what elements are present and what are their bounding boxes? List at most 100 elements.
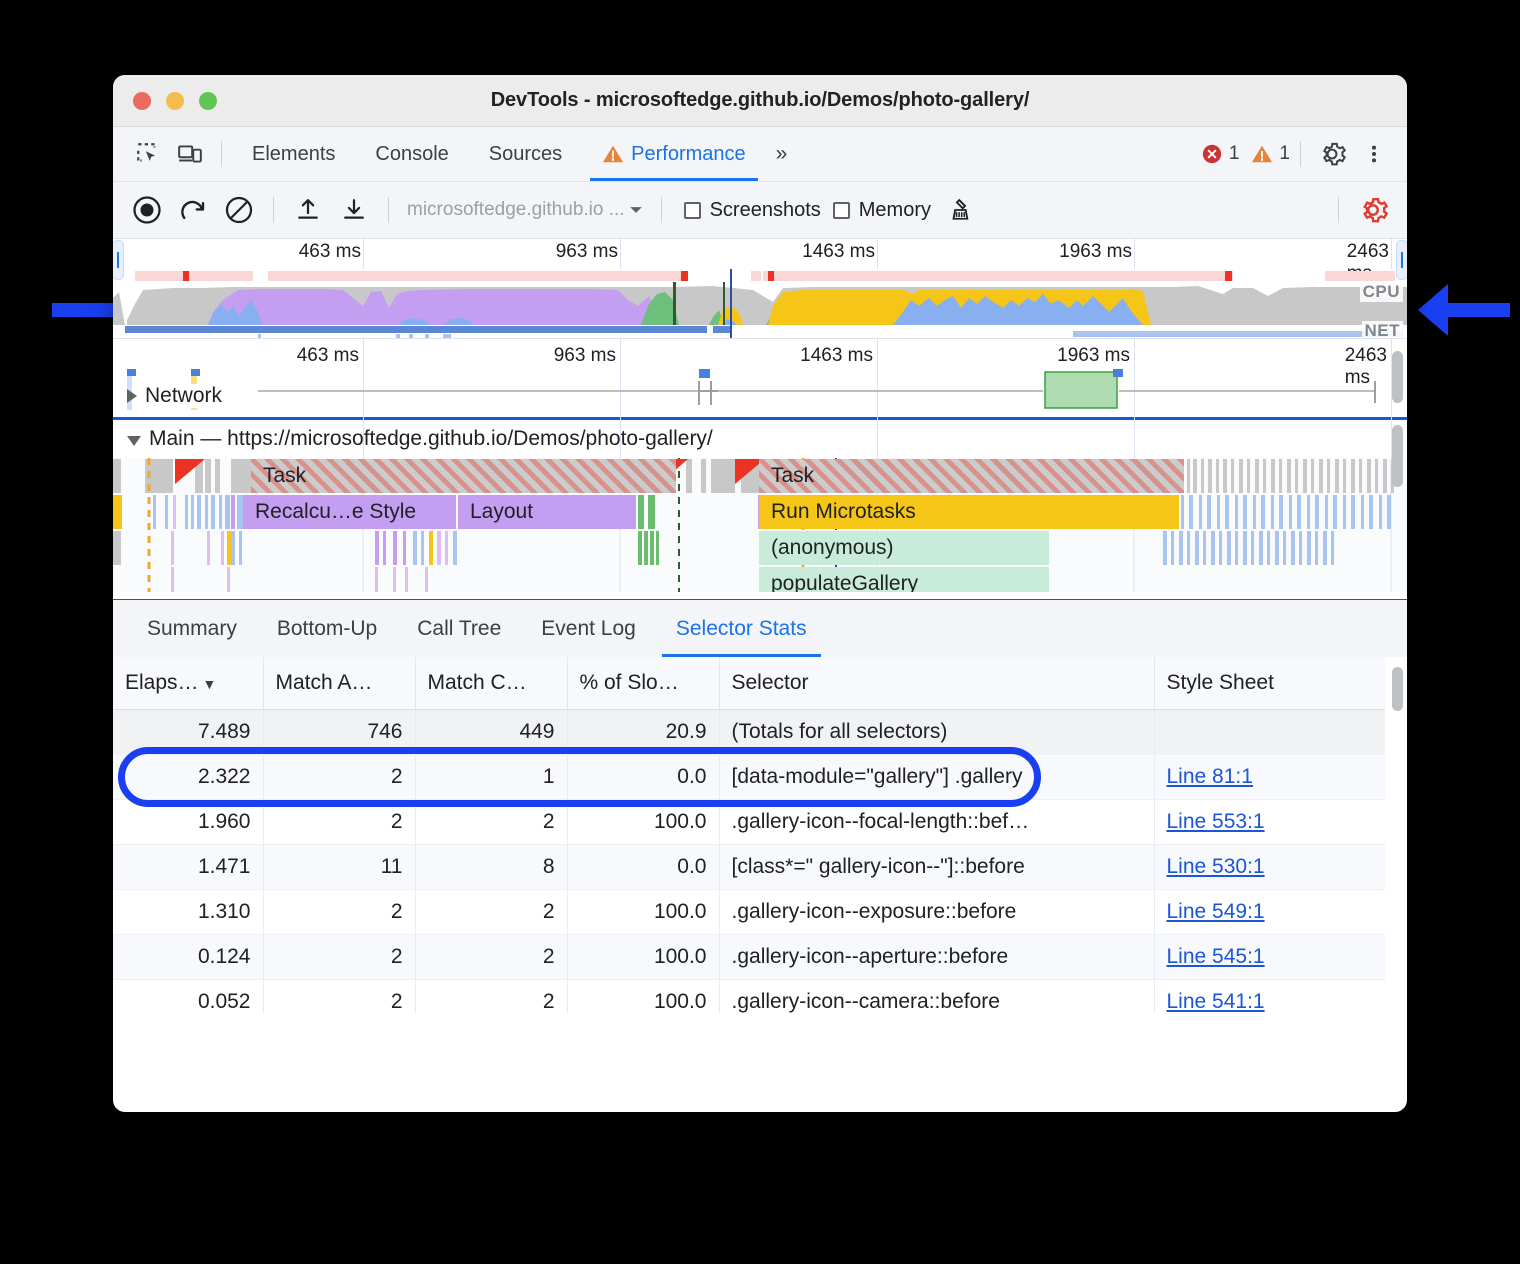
tab-selector-stats[interactable]: Selector Stats (656, 600, 827, 657)
style-sheet-link[interactable]: Line 81:1 (1167, 765, 1253, 788)
main-track-row[interactable]: Main — https://microsoftedge.github.io/D… (113, 420, 1407, 458)
cell-style-sheet: Line 549:1 (1154, 890, 1385, 935)
cell-match-attempts: 2 (263, 800, 415, 845)
overview-selection-right-handle[interactable] (1396, 240, 1407, 280)
recording-selector[interactable]: microsoftedge.github.io ... (401, 199, 649, 221)
cell-style-sheet: Line 541:1 (1154, 980, 1385, 1014)
tab-summary[interactable]: Summary (127, 600, 257, 657)
cell-match-attempts: 746 (263, 710, 415, 755)
collect-garbage-icon[interactable] (939, 188, 983, 232)
style-sheet-link[interactable]: Line 545:1 (1167, 945, 1265, 968)
table-row[interactable]: 7.489 746 449 20.9 (Totals for all selec… (113, 710, 1385, 755)
timeline-overview[interactable]: 463 ms 963 ms 1463 ms 1963 ms 2463 ms (113, 239, 1407, 339)
network-track-row[interactable]: Network (113, 375, 1407, 417)
flame-box-layout[interactable]: Layout (458, 495, 636, 529)
cell-elapsed: 1.960 (113, 800, 263, 845)
column-header-style-sheet[interactable]: Style Sheet (1154, 657, 1385, 710)
device-toolbar-icon[interactable] (169, 134, 211, 174)
cell-elapsed: 2.322 (113, 755, 263, 800)
record-button[interactable] (125, 188, 169, 232)
flame-box-run-microtasks[interactable]: Run Microtasks (759, 495, 1179, 529)
table-row[interactable]: 0.052 2 2 100.0 .gallery-icon--camera::b… (113, 980, 1385, 1014)
tracks-scrollbar-thumb-2[interactable] (1392, 425, 1403, 487)
maximize-window-button[interactable] (199, 92, 217, 110)
overview-net-label: NET (1362, 321, 1404, 339)
flame-box-populate-gallery[interactable]: populateGallery (759, 567, 1049, 592)
flame-box-task-1[interactable]: Task (251, 459, 676, 493)
clear-recording-button[interactable] (217, 188, 261, 232)
tab-bottom-up-label: Bottom-Up (277, 617, 377, 641)
tab-sources[interactable]: Sources (469, 127, 582, 181)
save-profile-icon[interactable] (332, 188, 376, 232)
timeline-tracks: 463 ms 963 ms 1463 ms 1963 ms 2463 ms (113, 339, 1407, 599)
style-sheet-link[interactable]: Line 541:1 (1167, 990, 1265, 1013)
tab-event-log[interactable]: Event Log (521, 600, 656, 657)
column-header-elapsed[interactable]: Elaps…▼ (113, 657, 263, 710)
table-row[interactable]: 1.960 2 2 100.0 .gallery-icon--focal-len… (113, 800, 1385, 845)
table-row[interactable]: 1.310 2 2 100.0 .gallery-icon--exposure:… (113, 890, 1385, 935)
flame-box-anonymous[interactable]: (anonymous) (759, 531, 1049, 565)
kebab-menu-icon[interactable] (1353, 134, 1395, 174)
table-row[interactable]: 2.322 2 1 0.0 [data-module="gallery"] .g… (113, 755, 1385, 800)
capture-settings-gear-icon[interactable] (1351, 188, 1395, 232)
column-header-match-attempts[interactable]: Match A… (263, 657, 415, 710)
tab-elements[interactable]: Elements (232, 127, 355, 181)
style-sheet-link[interactable]: Line 530:1 (1167, 855, 1265, 878)
flame-box-label: Layout (470, 500, 533, 524)
tab-bottom-up[interactable]: Bottom-Up (257, 600, 397, 657)
minimize-window-button[interactable] (166, 92, 184, 110)
tab-call-tree[interactable]: Call Tree (397, 600, 521, 657)
table-row[interactable]: 0.124 2 2 100.0 .gallery-icon--aperture:… (113, 935, 1385, 980)
main-track-disclosure-icon[interactable] (127, 436, 141, 446)
cell-pct-slow: 100.0 (567, 800, 719, 845)
cell-selector: .gallery-icon--camera::before (719, 980, 1154, 1014)
column-header-match-count[interactable]: Match C… (415, 657, 567, 710)
column-header-selector[interactable]: Selector (719, 657, 1154, 710)
column-header-pct-slow[interactable]: % of Slo… (567, 657, 719, 710)
overview-selection-left-handle[interactable] (113, 240, 124, 280)
main-track-label: Main — https://microsoftedge.github.io/D… (149, 427, 713, 451)
warning-count-badge[interactable]: 1 (1251, 143, 1290, 165)
close-window-button[interactable] (133, 92, 151, 110)
cell-selector: (Totals for all selectors) (719, 710, 1154, 755)
network-track-disclosure-icon[interactable] (127, 389, 137, 403)
flame-chart[interactable]: Task Task Recalcu…e Style Layout Run Mic… (113, 458, 1407, 592)
cell-pct-slow: 0.0 (567, 755, 719, 800)
tab-call-tree-label: Call Tree (417, 617, 501, 641)
tabstrip-divider (221, 141, 222, 167)
cell-match-attempts: 2 (263, 755, 415, 800)
reload-and-record-button[interactable] (171, 188, 215, 232)
style-sheet-link[interactable]: Line 549:1 (1167, 900, 1265, 923)
load-profile-icon[interactable] (286, 188, 330, 232)
table-row[interactable]: 1.471 11 8 0.0 [class*=" gallery-icon--"… (113, 845, 1385, 890)
cell-elapsed: 1.471 (113, 845, 263, 890)
error-count-badge[interactable]: 1 (1201, 143, 1240, 165)
flame-box-recalculate-style[interactable]: Recalcu…e Style (243, 495, 456, 529)
flame-box-task-2[interactable]: Task (759, 459, 1184, 493)
screenshots-checkbox[interactable]: Screenshots (684, 199, 821, 222)
gear-icon[interactable] (1311, 134, 1353, 174)
more-tabs-button[interactable]: » (766, 142, 798, 166)
warning-triangle-icon (1251, 143, 1273, 165)
cell-style-sheet (1154, 710, 1385, 755)
tab-console[interactable]: Console (355, 127, 468, 181)
style-sheet-link[interactable]: Line 553:1 (1167, 810, 1265, 833)
inspect-element-icon[interactable] (127, 134, 169, 174)
flame-box-label: (anonymous) (771, 536, 894, 560)
selector-stats-table-container[interactable]: Elaps…▼ Match A… Match C… % of Slo… Sele… (113, 657, 1407, 1013)
error-circle-icon (1201, 143, 1223, 165)
network-track-label: Network (145, 384, 228, 408)
tab-performance-label: Performance (631, 143, 746, 166)
overview-tick-1: 463 ms (299, 241, 369, 263)
screenshots-checkbox-box (684, 202, 701, 219)
tab-performance[interactable]: Performance (582, 127, 766, 181)
tracks-scrollbar-thumb-1[interactable] (1392, 351, 1403, 403)
cell-match-attempts: 2 (263, 935, 415, 980)
tracks-tick-3: 1463 ms (800, 345, 883, 367)
table-scrollbar-thumb[interactable] (1392, 667, 1403, 711)
memory-checkbox[interactable]: Memory (833, 199, 931, 222)
flame-box-label: Recalcu…e Style (255, 500, 416, 524)
tab-summary-label: Summary (147, 617, 237, 641)
memory-checkbox-box (833, 202, 850, 219)
cell-pct-slow: 100.0 (567, 980, 719, 1014)
